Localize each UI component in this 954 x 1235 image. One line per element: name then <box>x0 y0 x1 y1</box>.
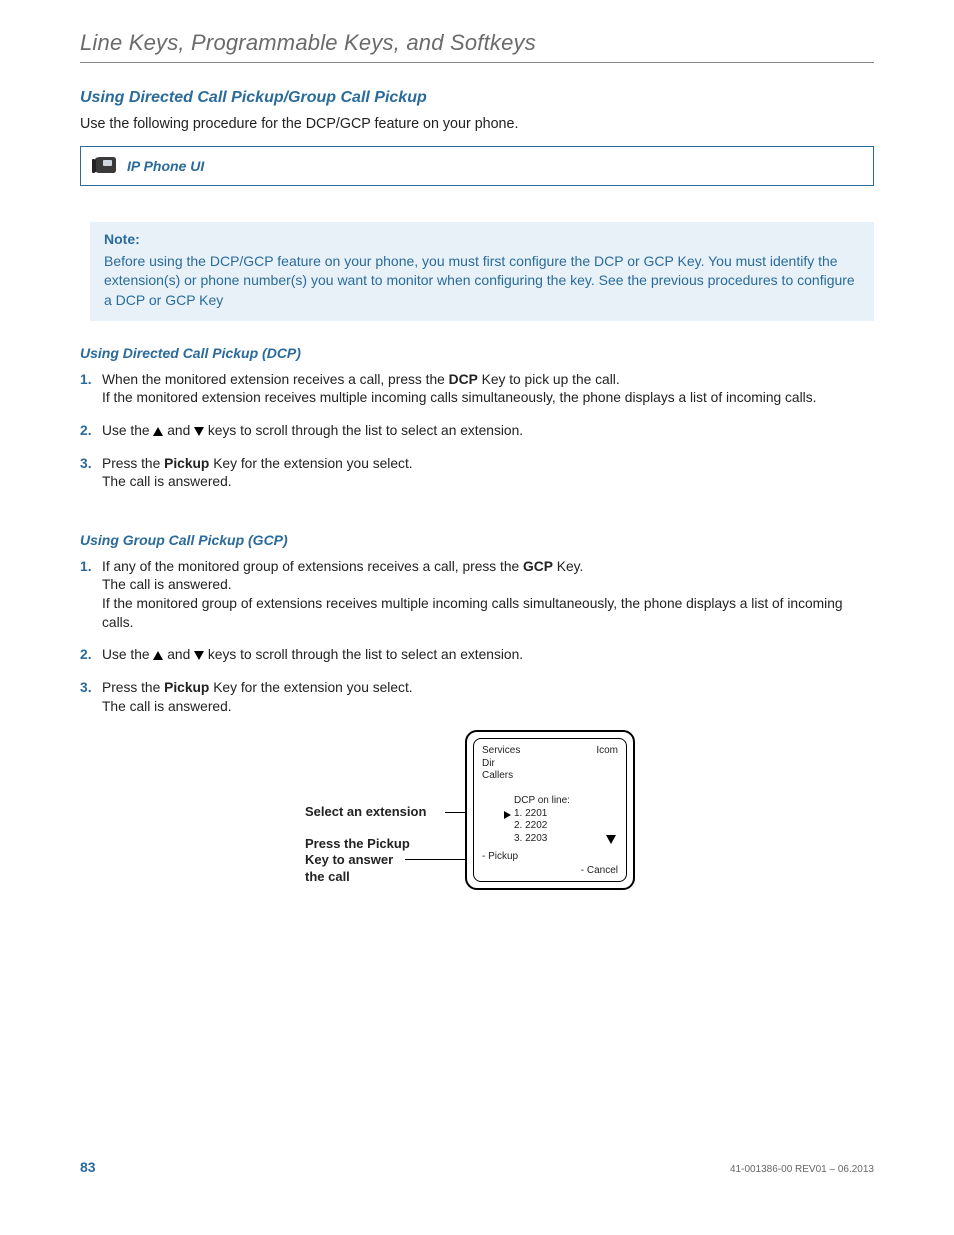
page-footer: 83 41-001386-00 REV01 – 06.2013 <box>80 1159 874 1175</box>
screen-list-item: 2. 2202 <box>514 820 570 833</box>
screen-list-item: 3. 2203 <box>514 833 570 846</box>
section-heading: Using Directed Call Pickup/Group Call Pi… <box>80 89 874 107</box>
step-sub: The call is answered. <box>102 698 874 717</box>
screen-top-item: Callers <box>482 770 520 783</box>
ip-phone-ui-box: IP Phone UI <box>80 146 874 186</box>
step-text: If any of the monitored group of extensi… <box>102 559 583 574</box>
note-box: Note: Before using the DCP/GCP feature o… <box>90 222 874 320</box>
note-title: Note: <box>104 230 860 250</box>
arrow-down-icon <box>194 651 204 660</box>
intro-text: Use the following procedure for the DCP/… <box>80 115 874 134</box>
step-text: Press the Pickup Key for the extension y… <box>102 680 413 695</box>
step-sub: The call is answered. <box>102 473 874 492</box>
screen-list-item: 1. 2201 <box>514 808 547 819</box>
header-rule <box>80 62 874 63</box>
ip-phone-ui-label: IP Phone UI <box>127 158 204 174</box>
screen-bottom-right: - Cancel <box>581 865 618 878</box>
phone-screen: Services Dir Callers Icom DCP on line: 1… <box>465 730 635 890</box>
dcp-step-1: When the monitored extension receives a … <box>80 371 874 408</box>
arrow-up-icon <box>153 427 163 436</box>
gcp-step-3: Press the Pickup Key for the extension y… <box>80 679 874 716</box>
gcp-heading: Using Group Call Pickup (GCP) <box>80 532 874 548</box>
screen-top-right: Icom <box>596 745 618 758</box>
step-sub: The call is answered. <box>102 576 874 595</box>
phone-icon <box>91 155 117 177</box>
step-sub: If the monitored group of extensions rec… <box>102 595 874 632</box>
gcp-step-2: Use the and keys to scroll through the l… <box>80 646 874 665</box>
breadcrumb: Line Keys, Programmable Keys, and Softke… <box>80 30 874 56</box>
note-body: Before using the DCP/GCP feature on your… <box>104 253 855 308</box>
arrow-down-icon <box>194 427 204 436</box>
dcp-steps: When the monitored extension receives a … <box>80 371 874 492</box>
dcp-step-3: Press the Pickup Key for the extension y… <box>80 455 874 492</box>
arrow-down-icon <box>606 835 616 844</box>
step-text: Use the and keys to scroll through the l… <box>102 647 523 662</box>
screen-list-title: DCP on line: <box>514 795 570 808</box>
screen-top-item: Dir <box>482 758 520 771</box>
arrow-up-icon <box>153 651 163 660</box>
phone-diagram: Select an extension Press the Pickup Key… <box>80 730 874 930</box>
phone-screen-inner: Services Dir Callers Icom DCP on line: 1… <box>473 738 627 882</box>
diagram-label-pickup: Press the Pickup Key to answer the call <box>305 836 410 885</box>
dcp-step-2: Use the and keys to scroll through the l… <box>80 422 874 441</box>
doc-revision: 41-001386-00 REV01 – 06.2013 <box>730 1164 874 1175</box>
diagram-label-select: Select an extension <box>305 804 426 820</box>
dcp-heading: Using Directed Call Pickup (DCP) <box>80 345 874 361</box>
step-text: Use the and keys to scroll through the l… <box>102 423 523 438</box>
gcp-step-1: If any of the monitored group of extensi… <box>80 558 874 633</box>
screen-top-item: Services <box>482 745 520 758</box>
step-sub: If the monitored extension receives mult… <box>102 389 874 408</box>
step-text: When the monitored extension receives a … <box>102 372 620 387</box>
step-text: Press the Pickup Key for the extension y… <box>102 456 413 471</box>
screen-bottom-left: - Pickup <box>482 851 518 864</box>
page-number: 83 <box>80 1159 96 1175</box>
gcp-steps: If any of the monitored group of extensi… <box>80 558 874 716</box>
arrow-right-icon <box>504 811 511 819</box>
